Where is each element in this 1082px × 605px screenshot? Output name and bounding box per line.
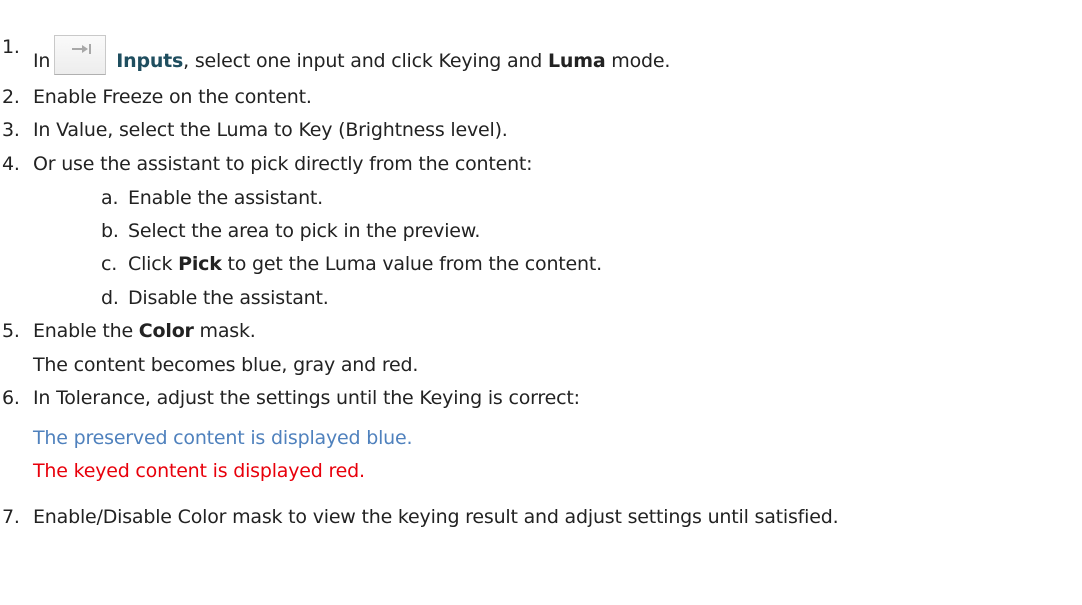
step-text: Or use the assistant to pick directly fr…: [33, 153, 533, 175]
substep-letter: b.: [101, 220, 119, 242]
substep-text: Disable the assistant.: [128, 287, 329, 309]
step-number: 1.: [2, 36, 20, 58]
substep-text: Enable the assistant.: [128, 187, 324, 209]
step-number: 2.: [2, 86, 20, 108]
step-text: Enable Freeze on the content.: [33, 86, 312, 108]
luma-keyword: Luma: [547, 50, 606, 72]
step-text: Enable/Disable Color mask to view the ke…: [33, 506, 839, 528]
step-text: In: [33, 50, 51, 72]
substep-letter: a.: [101, 187, 119, 209]
inputs-icon: [54, 35, 107, 75]
step-number: 4.: [2, 153, 20, 175]
color-keyword: Color: [138, 320, 194, 342]
step-text: In Value, select the Luma to Key (Bright…: [33, 119, 508, 141]
blue-note: The preserved content is displayed blue.: [33, 427, 413, 449]
step-number: 6.: [2, 387, 20, 409]
step-number: 5.: [2, 320, 20, 342]
inputs-keyword: Inputs: [116, 50, 184, 72]
step-number: 7.: [2, 506, 20, 528]
substep-letter: c.: [101, 253, 118, 275]
step-5-continuation: The content becomes blue, gray and red.: [33, 354, 419, 376]
substep-letter: d.: [101, 287, 119, 309]
step-number: 3.: [2, 119, 20, 141]
step-text: In Tolerance, adjust the settings until …: [33, 387, 580, 409]
pick-keyword: Pick: [178, 253, 222, 275]
substep-text: Select the area to pick in the preview.: [128, 220, 481, 242]
red-note: The keyed content is displayed red.: [33, 460, 365, 482]
